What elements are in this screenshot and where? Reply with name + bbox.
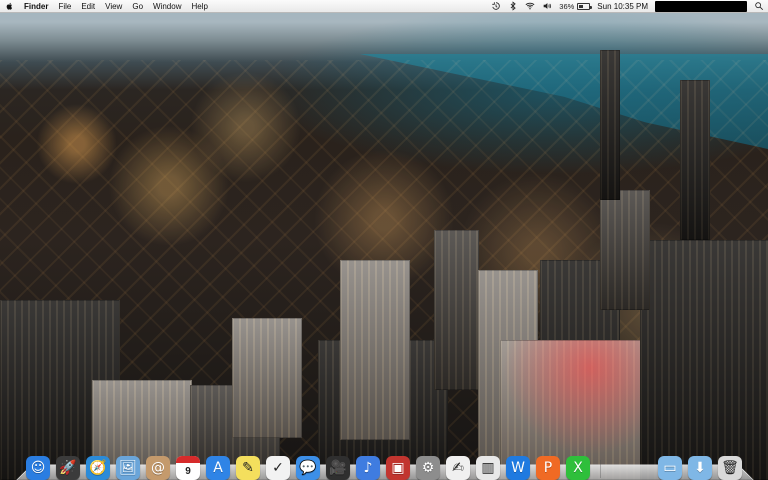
facetime-glyph: 🎥 bbox=[329, 460, 347, 476]
menu-window[interactable]: Window bbox=[153, 0, 181, 13]
reminders-glyph: ✓ bbox=[272, 460, 284, 476]
spotlight-icon[interactable] bbox=[754, 1, 764, 11]
system-preferences-icon[interactable]: ⚙ bbox=[416, 456, 440, 480]
menu-edit[interactable]: Edit bbox=[81, 0, 95, 13]
building bbox=[340, 260, 410, 440]
menu-bar-left: Finder File Edit View Go Window Help bbox=[4, 0, 208, 13]
applications-folder-icon[interactable]: ▭ bbox=[658, 456, 682, 480]
microsoft-excel-icon[interactable]: X bbox=[566, 456, 590, 480]
building bbox=[232, 318, 302, 438]
menu-help[interactable]: Help bbox=[191, 0, 207, 13]
microsoft-powerpoint-icon[interactable]: P bbox=[536, 456, 560, 480]
safari-icon[interactable]: 🧭 bbox=[86, 456, 110, 480]
volume-icon[interactable] bbox=[542, 1, 552, 11]
menu-bar: Finder File Edit View Go Window Help 36%… bbox=[0, 0, 768, 13]
building bbox=[434, 230, 479, 390]
menu-app-name[interactable]: Finder bbox=[24, 0, 48, 13]
battery-status[interactable]: 36% bbox=[559, 1, 593, 11]
calendar-icon[interactable]: 9 bbox=[176, 456, 200, 480]
microsoft-excel-glyph: X bbox=[573, 460, 583, 476]
wallpaper-buildings bbox=[0, 50, 768, 480]
finder-icon[interactable]: ☺ bbox=[26, 456, 50, 480]
downloads-folder-glyph: ⬇ bbox=[694, 460, 706, 476]
notes-icon[interactable]: ✎ bbox=[236, 456, 260, 480]
applications-folder-glyph: ▭ bbox=[663, 460, 677, 476]
dock: ☺ 🚀 🧭 🖼 @9 A ✎ ✓ 💬 🎥 ♪ ▣ ⚙ ✍ ▥ W P X ▭ ⬇ 🗑 bbox=[16, 452, 754, 480]
battery-level-fill bbox=[579, 4, 583, 8]
dock-left-items: ☺ 🚀 🧭 🖼 @9 A ✎ ✓ 💬 🎥 ♪ ▣ ⚙ ✍ ▥ W P X bbox=[26, 452, 605, 480]
itunes-icon[interactable]: ♪ bbox=[356, 456, 380, 480]
messages-glyph: 💬 bbox=[299, 460, 317, 476]
dock-separator bbox=[600, 460, 601, 478]
calendar-header bbox=[176, 456, 200, 463]
desktop-wallpaper bbox=[0, 0, 768, 480]
keynote-icon[interactable]: ▥ bbox=[476, 456, 500, 480]
calendar-day-number: 9 bbox=[185, 465, 191, 477]
building bbox=[600, 190, 650, 310]
fast-user-switching[interactable] bbox=[655, 0, 747, 12]
dock-right-items: ▭ ⬇ 🗑 bbox=[658, 452, 742, 480]
photo-booth-glyph: ▣ bbox=[391, 460, 405, 476]
facetime-icon[interactable]: 🎥 bbox=[326, 456, 350, 480]
wifi-icon[interactable] bbox=[525, 1, 535, 11]
textedit-icon[interactable]: ✍ bbox=[446, 456, 470, 480]
launchpad-icon[interactable]: 🚀 bbox=[56, 456, 80, 480]
textedit-glyph: ✍ bbox=[452, 460, 464, 476]
preview-icon[interactable]: 🖼 bbox=[116, 456, 140, 480]
building bbox=[640, 240, 768, 480]
messages-icon[interactable]: 💬 bbox=[296, 456, 320, 480]
app-store-glyph: A bbox=[213, 460, 223, 476]
time-machine-icon[interactable] bbox=[491, 1, 501, 11]
trash-icon[interactable]: 🗑 bbox=[718, 456, 742, 480]
microsoft-powerpoint-glyph: P bbox=[543, 460, 553, 476]
menu-view[interactable]: View bbox=[105, 0, 122, 13]
finder-glyph: ☺ bbox=[30, 460, 46, 476]
trash-glyph: 🗑 bbox=[721, 460, 739, 476]
apple-menu-icon[interactable] bbox=[4, 1, 14, 11]
notes-glyph: ✎ bbox=[242, 460, 254, 476]
preview-glyph: 🖼 bbox=[119, 460, 137, 476]
reminders-icon[interactable]: ✓ bbox=[266, 456, 290, 480]
battery-percent: 36% bbox=[559, 1, 575, 11]
safari-glyph: 🧭 bbox=[89, 460, 107, 476]
bluetooth-icon[interactable] bbox=[508, 1, 518, 11]
launchpad-glyph: 🚀 bbox=[59, 460, 77, 476]
battery-icon bbox=[577, 2, 593, 10]
downloads-folder-icon[interactable]: ⬇ bbox=[688, 456, 712, 480]
contacts-glyph: @ bbox=[151, 460, 165, 476]
microsoft-word-glyph: W bbox=[511, 460, 525, 476]
keynote-glyph: ▥ bbox=[481, 460, 495, 476]
microsoft-word-icon[interactable]: W bbox=[506, 456, 530, 480]
building bbox=[680, 80, 710, 240]
system-preferences-glyph: ⚙ bbox=[421, 460, 435, 476]
menu-file[interactable]: File bbox=[58, 0, 71, 13]
menu-bar-right: 36% Sun 10:35 PM bbox=[491, 0, 764, 13]
menu-clock[interactable]: Sun 10:35 PM bbox=[597, 2, 648, 11]
itunes-glyph: ♪ bbox=[363, 460, 373, 476]
contacts-icon[interactable]: @ bbox=[146, 456, 170, 480]
photo-booth-icon[interactable]: ▣ bbox=[386, 456, 410, 480]
menu-go[interactable]: Go bbox=[132, 0, 143, 13]
app-store-icon[interactable]: A bbox=[206, 456, 230, 480]
building bbox=[600, 50, 620, 200]
